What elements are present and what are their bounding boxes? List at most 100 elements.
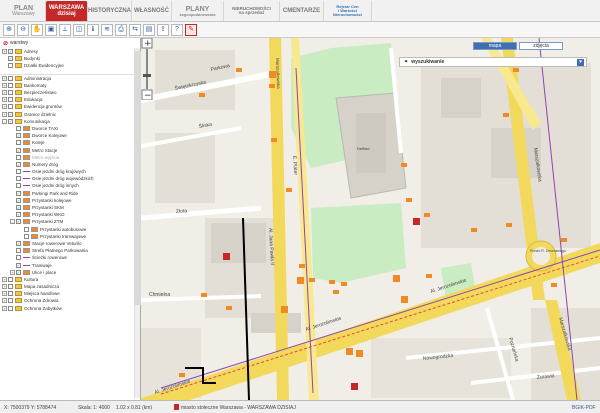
- layer-row[interactable]: Dworce TAXI: [0, 125, 134, 132]
- pan-tool[interactable]: ✋: [31, 23, 43, 36]
- layer-row[interactable]: + Bankomaty: [0, 82, 134, 89]
- measure-tool[interactable]: ⟂: [59, 23, 71, 36]
- layer-checkbox[interactable]: [8, 49, 13, 55]
- layer-checkbox[interactable]: [8, 111, 13, 117]
- export-tool[interactable]: ⇪: [157, 23, 169, 36]
- layer-row[interactable]: + Bezpieczeństwo: [0, 89, 134, 96]
- expand-toggle-icon[interactable]: +: [2, 276, 7, 282]
- layer-row[interactable]: - Przystanki ZTM: [0, 218, 134, 225]
- layer-row[interactable]: + Administracja: [0, 75, 134, 82]
- layer-row[interactable]: Osie jezdni dróg innych: [0, 182, 134, 189]
- layer-checkbox[interactable]: [24, 233, 29, 239]
- pdf-link[interactable]: BGIK-PDF: [572, 405, 596, 411]
- layer-row[interactable]: + Adresy: [0, 48, 134, 55]
- layer-checkbox[interactable]: [8, 276, 13, 282]
- map-type-button-map[interactable]: mapa: [473, 42, 517, 50]
- layer-checkbox[interactable]: [8, 298, 13, 304]
- layer-row[interactable]: Przystanki SKM: [0, 204, 134, 211]
- tab-plany[interactable]: PLANY zagospodarowania: [172, 1, 224, 21]
- zoom-out-tool[interactable]: ⊖: [17, 23, 29, 36]
- layer-row[interactable]: Osie jezdni dróg krajowych: [0, 168, 134, 175]
- search-bar[interactable]: ⚭ wyszukiwanie ▾: [399, 57, 587, 67]
- layer-checkbox[interactable]: [16, 248, 21, 254]
- layer-checkbox[interactable]: [8, 118, 13, 124]
- expand-toggle-icon[interactable]: +: [2, 305, 7, 311]
- layer-checkbox[interactable]: [8, 90, 13, 96]
- link-tool[interactable]: ⇆: [129, 23, 141, 36]
- layer-row[interactable]: Strefa Płatnego Parkowania: [0, 247, 134, 254]
- expand-toggle-icon[interactable]: +: [2, 291, 7, 297]
- layer-checkbox[interactable]: [16, 205, 21, 211]
- layer-checkbox[interactable]: [16, 262, 21, 268]
- expand-toggle-icon[interactable]: +: [2, 104, 7, 110]
- layer-row[interactable]: + Ochrona Zabytków: [0, 305, 134, 312]
- layer-checkbox[interactable]: [16, 176, 21, 182]
- zoom-track[interactable]: [146, 49, 148, 89]
- collapse-toggle-icon[interactable]: -: [10, 219, 15, 225]
- layer-checkbox[interactable]: [16, 125, 21, 131]
- save-tool[interactable]: ▤: [143, 23, 155, 36]
- expand-toggle-icon[interactable]: +: [2, 82, 7, 88]
- layer-checkbox[interactable]: [16, 140, 21, 146]
- help-tool[interactable]: ?: [171, 23, 183, 36]
- map-view[interactable]: Świętokrzyska Śliska Złota Chmielna Mars…: [141, 38, 600, 400]
- layer-row[interactable]: - Komunikacja: [0, 118, 134, 125]
- layer-row[interactable]: Osie jezdni dróg wojewódzkich: [0, 175, 134, 182]
- expand-toggle-icon[interactable]: +: [2, 298, 7, 304]
- expand-toggle-icon[interactable]: +: [2, 49, 7, 55]
- layer-row[interactable]: + Kultura: [0, 276, 134, 283]
- layer-checkbox[interactable]: [16, 133, 21, 139]
- measure-area-tool[interactable]: ◫: [73, 23, 85, 36]
- full-extent-tool[interactable]: ▣: [45, 23, 57, 36]
- layer-checkbox[interactable]: [8, 97, 13, 103]
- layer-tree-scrollbar[interactable]: [134, 48, 141, 398]
- tab-nieruchomosci[interactable]: NIERUCHOMOŚCI na sprzedaż: [224, 1, 280, 21]
- tab-warszawa-dzisiaj[interactable]: WARSZAWA dzisiaj: [46, 1, 88, 21]
- collapse-toggle-icon[interactable]: -: [2, 118, 7, 124]
- layer-row[interactable]: Przystanki tramwajowe: [0, 233, 134, 240]
- layer-checkbox[interactable]: [16, 197, 21, 203]
- zoom-slider[interactable]: + −: [141, 38, 153, 100]
- layer-checkbox[interactable]: [16, 183, 21, 189]
- layer-checkbox[interactable]: [8, 82, 13, 88]
- layer-checkbox[interactable]: [16, 212, 21, 218]
- layer-row[interactable]: Przystanki kolejowe: [0, 197, 134, 204]
- layer-checkbox[interactable]: [16, 240, 21, 246]
- layer-row[interactable]: Metro Stacje: [0, 146, 134, 153]
- layer-row[interactable]: + Mapa zasadnicza: [0, 283, 134, 290]
- layer-checkbox[interactable]: [16, 269, 21, 275]
- layer-row[interactable]: Metro wyjścia: [0, 154, 134, 161]
- layer-checkbox[interactable]: [8, 305, 13, 311]
- layer-row[interactable]: Przystanki autobusowe: [0, 226, 134, 233]
- layer-row[interactable]: Stacje rowerowe Veturilo: [0, 240, 134, 247]
- expand-toggle-icon[interactable]: +: [2, 111, 7, 117]
- layer-checkbox[interactable]: [24, 226, 29, 232]
- tab-wlasnosc[interactable]: WŁASNOŚĆ: [132, 1, 172, 21]
- layer-checkbox[interactable]: [16, 154, 21, 160]
- layer-checkbox[interactable]: [8, 56, 13, 62]
- layer-row[interactable]: + Granice dzielnic: [0, 111, 134, 118]
- layer-checkbox[interactable]: [16, 147, 21, 153]
- layer-row[interactable]: + Ochrona Zdrowia: [0, 297, 134, 304]
- expand-toggle-icon[interactable]: +: [2, 90, 7, 96]
- info-tool[interactable]: ℹ: [87, 23, 99, 36]
- tab-historyczna[interactable]: HISTORYCZNA: [88, 1, 132, 21]
- layer-row[interactable]: Budynki: [0, 55, 134, 62]
- zoom-in-tool[interactable]: ⊕: [3, 23, 15, 36]
- layer-row[interactable]: Koleje: [0, 139, 134, 146]
- expand-toggle-icon[interactable]: +: [2, 97, 7, 103]
- print-tool[interactable]: ⎙: [115, 23, 127, 36]
- draw-tool[interactable]: ✎: [185, 23, 197, 36]
- layers-tool[interactable]: ≋: [101, 23, 113, 36]
- layer-checkbox[interactable]: [16, 255, 21, 261]
- collapse-icon[interactable]: ▾: [577, 59, 584, 66]
- layer-checkbox[interactable]: [8, 284, 13, 290]
- layer-row[interactable]: Przystanki WKD: [0, 211, 134, 218]
- layer-checkbox[interactable]: [8, 63, 13, 69]
- layer-row[interactable]: Numery dróg: [0, 161, 134, 168]
- expand-toggle-icon[interactable]: +: [10, 269, 15, 275]
- expand-toggle-icon[interactable]: +: [2, 284, 7, 290]
- tab-plan-warszawy[interactable]: PLAN Warszawy: [2, 1, 46, 21]
- layer-checkbox[interactable]: [16, 219, 21, 225]
- layer-row[interactable]: Tramwaje: [0, 261, 134, 268]
